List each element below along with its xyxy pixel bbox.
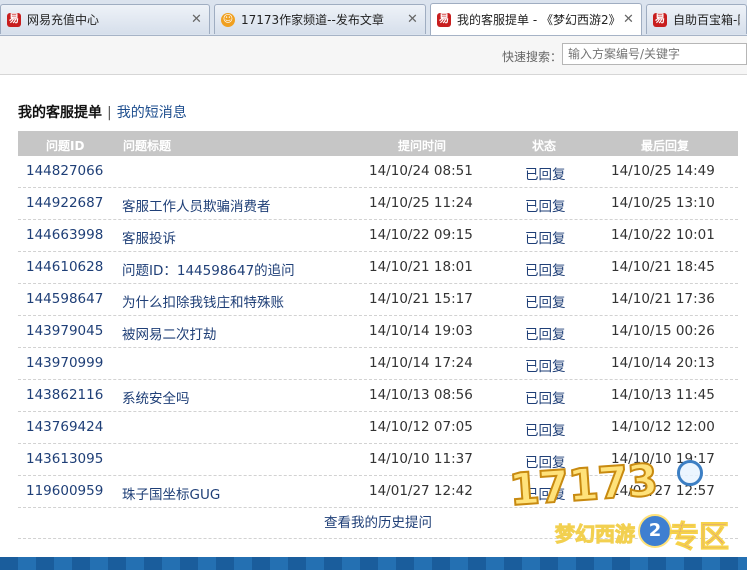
table-row: 144922687 客服工作人员欺骗消费者 14/10/25 11:24 已回复…	[18, 188, 738, 220]
ticket-last-reply: 14/10/12 12:00	[611, 419, 715, 435]
tab-label: 我的客服提单 - 《梦幻西游2》	[457, 13, 617, 27]
table-row: 143970999 14/10/14 17:24 已回复 14/10/14 20…	[18, 348, 738, 380]
col-header-id: 问题ID	[46, 139, 85, 153]
ticket-title-link[interactable]: 问题ID：144598647的追问	[122, 259, 295, 279]
ticket-status-link[interactable]: 已回复	[525, 291, 566, 311]
ticket-last-reply: 14/10/15 00:26	[611, 323, 715, 339]
ticket-time: 14/10/14 19:03	[369, 323, 473, 339]
ticket-time: 14/10/13 08:56	[369, 387, 473, 403]
ticket-last-reply: 14/10/22 10:01	[611, 227, 715, 243]
netease-icon: 易	[7, 12, 21, 27]
ticket-status-link[interactable]: 已回复	[525, 227, 566, 247]
ticket-id-link[interactable]: 144598647	[26, 291, 103, 307]
17173-face-icon: ☺	[221, 12, 235, 27]
ticket-status-link[interactable]: 已回复	[525, 387, 566, 407]
ticket-status-link[interactable]: 已回复	[525, 355, 566, 375]
ticket-id-link[interactable]: 143769424	[26, 419, 103, 435]
my-tickets-title: 我的客服提单	[18, 105, 102, 121]
ticket-id-link[interactable]: 119600959	[26, 483, 103, 499]
ticket-title-link[interactable]: 被网易二次打劫	[122, 323, 217, 343]
quick-search-label: 快速搜索：	[502, 50, 563, 64]
ticket-last-reply: 14/10/25 14:49	[611, 163, 715, 179]
page-heading: 我的客服提单 | 我的短消息	[18, 102, 187, 122]
ticket-last-reply: 14/10/25 13:10	[611, 195, 715, 211]
ticket-time: 14/10/21 15:17	[369, 291, 473, 307]
col-header-last-reply: 最后回复	[641, 139, 690, 153]
tab-label: 17173作家频道--发布文章	[241, 13, 384, 27]
table-row: 144610628 问题ID：144598647的追问 14/10/21 18:…	[18, 252, 738, 284]
netease-icon: 易	[437, 12, 451, 27]
ticket-status-link[interactable]: 已回复	[525, 259, 566, 279]
ticket-time: 14/10/25 11:24	[369, 195, 473, 211]
tab-17173-writer[interactable]: ☺ 17173作家频道--发布文章 ✕	[214, 4, 426, 34]
netease-icon: 易	[653, 12, 667, 27]
quick-search-bar: 快速搜索：	[0, 36, 747, 75]
ticket-id-link[interactable]: 144610628	[26, 259, 103, 275]
ticket-time: 14/10/10 11:37	[369, 451, 473, 467]
table-row: 144598647 为什么扣除我钱庄和特殊账 14/10/21 15:17 已回…	[18, 284, 738, 316]
browser-tab-bar: 易 网易充值中心 ✕ ☺ 17173作家频道--发布文章 ✕ 易 我的客服提单 …	[0, 0, 747, 36]
ticket-time: 14/01/27 12:42	[369, 483, 473, 499]
ticket-time: 14/10/12 07:05	[369, 419, 473, 435]
my-messages-link[interactable]: 我的短消息	[117, 105, 187, 121]
ticket-title-link[interactable]: 客服投诉	[122, 227, 176, 247]
col-header-status: 状态	[532, 139, 557, 153]
table-row: 143769424 14/10/12 07:05 已回复 14/10/12 12…	[18, 412, 738, 444]
ticket-status-link[interactable]: 已回复	[525, 195, 566, 215]
ticket-status-link[interactable]: 已回复	[525, 483, 566, 503]
ticket-title-link[interactable]: 珠子国坐标GUG	[122, 483, 220, 503]
col-header-title: 问题标题	[123, 139, 172, 153]
table-row: 143979045 被网易二次打劫 14/10/14 19:03 已回复 14/…	[18, 316, 738, 348]
table-row: 143862116 系统安全吗 14/10/13 08:56 已回复 14/10…	[18, 380, 738, 412]
ticket-last-reply: 14/10/14 20:13	[611, 355, 715, 371]
ticket-id-link[interactable]: 143613095	[26, 451, 103, 467]
quick-search-input[interactable]	[562, 43, 747, 65]
ticket-id-link[interactable]: 143862116	[26, 387, 103, 403]
history-questions-link[interactable]: 查看我的历史提问	[18, 508, 738, 539]
close-icon[interactable]: ✕	[191, 12, 203, 27]
ticket-time: 14/10/24 08:51	[369, 163, 473, 179]
ticket-status-link[interactable]: 已回复	[525, 451, 566, 471]
ticket-time: 14/10/14 17:24	[369, 355, 473, 371]
footer-pattern-strip	[0, 557, 747, 570]
close-icon[interactable]: ✕	[623, 12, 635, 27]
ticket-last-reply: 14/10/10 19:17	[611, 451, 715, 467]
ticket-last-reply: 14/10/13 11:45	[611, 387, 715, 403]
ticket-id-link[interactable]: 144922687	[26, 195, 103, 211]
ticket-title-link[interactable]: 系统安全吗	[122, 387, 190, 407]
heading-separator: |	[107, 105, 112, 121]
ticket-last-reply: 14/10/21 18:45	[611, 259, 715, 275]
ticket-status-link[interactable]: 已回复	[525, 323, 566, 343]
ticket-time: 14/10/21 18:01	[369, 259, 473, 275]
ticket-status-link[interactable]: 已回复	[525, 419, 566, 439]
table-row: 143613095 14/10/10 11:37 已回复 14/10/10 19…	[18, 444, 738, 476]
ticket-status-link[interactable]: 已回复	[525, 163, 566, 183]
col-header-time: 提问时间	[398, 139, 447, 153]
ticket-title-link[interactable]: 为什么扣除我钱庄和特殊账	[122, 291, 284, 311]
ticket-last-reply: 14/01/27 12:57	[611, 483, 715, 499]
ticket-id-link[interactable]: 144663998	[26, 227, 103, 243]
tab-self-service[interactable]: 易 自助百宝箱-网	[646, 4, 747, 34]
close-icon[interactable]: ✕	[407, 12, 419, 27]
ticket-id-link[interactable]: 144827066	[26, 163, 103, 179]
ticket-title-link[interactable]: 客服工作人员欺骗消费者	[122, 195, 271, 215]
table-row: 144827066 14/10/24 08:51 已回复 14/10/25 14…	[18, 156, 738, 188]
table-header: 问题ID 问题标题 提问时间 状态 最后回复	[18, 131, 738, 156]
tab-label: 自助百宝箱-网	[673, 13, 740, 27]
ticket-id-link[interactable]: 143979045	[26, 323, 103, 339]
table-row: 119600959 珠子国坐标GUG 14/01/27 12:42 已回复 14…	[18, 476, 738, 508]
ticket-time: 14/10/22 09:15	[369, 227, 473, 243]
tab-recharge-center[interactable]: 易 网易充值中心 ✕	[0, 4, 210, 34]
ticket-id-link[interactable]: 143970999	[26, 355, 103, 371]
tickets-table: 问题ID 问题标题 提问时间 状态 最后回复 144827066 14/10/2…	[18, 131, 738, 539]
tab-label: 网易充值中心	[27, 13, 100, 27]
table-row: 144663998 客服投诉 14/10/22 09:15 已回复 14/10/…	[18, 220, 738, 252]
ticket-last-reply: 14/10/21 17:36	[611, 291, 715, 307]
tab-my-tickets[interactable]: 易 我的客服提单 - 《梦幻西游2》 ✕	[430, 3, 642, 35]
